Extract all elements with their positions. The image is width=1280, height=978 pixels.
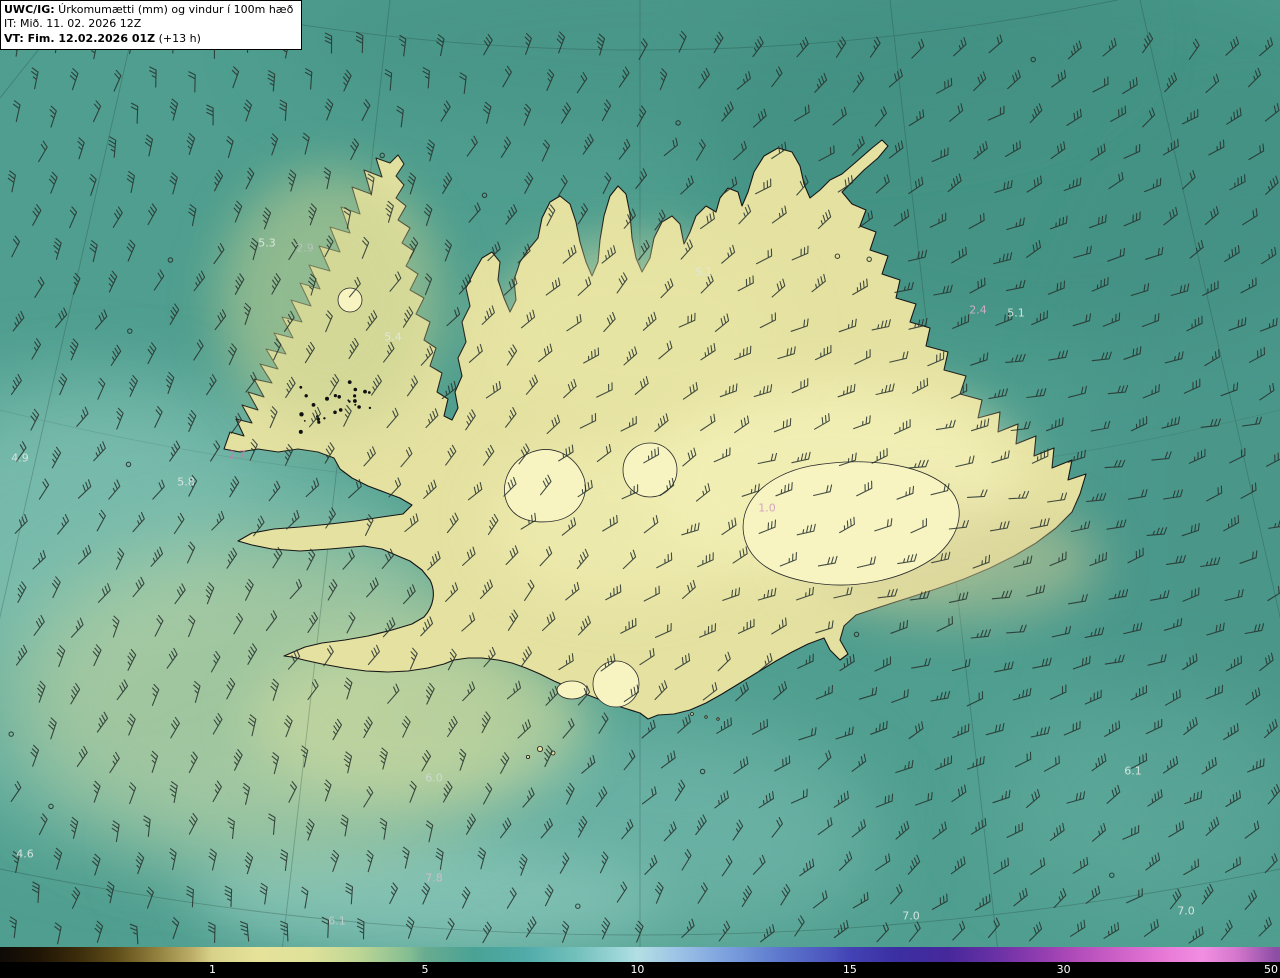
glacier-drangajokull bbox=[337, 287, 363, 313]
title-line: VT: Fim. 12.02.2026 01Z (+13 h) bbox=[4, 32, 293, 46]
title-segment: IT: Mið. 11. 02. 2026 12Z bbox=[4, 17, 142, 31]
title-line: IT: Mið. 11. 02. 2026 12Z bbox=[4, 17, 293, 31]
island-speck bbox=[333, 410, 337, 415]
island-speck bbox=[353, 399, 357, 403]
island-speck bbox=[299, 385, 303, 389]
island-speck bbox=[353, 394, 357, 398]
colorbar-tick: 5 bbox=[421, 963, 429, 976]
title-line: UWC/IG: Úrkomumætti (mm) og vindur í 100… bbox=[4, 3, 293, 17]
island-south-2 bbox=[704, 715, 708, 719]
colorbar-tick-labels: 1 5 10 15 30 50 bbox=[0, 962, 1280, 978]
island-speck bbox=[347, 380, 352, 384]
island-speck bbox=[367, 391, 371, 394]
map-area: 5.3 2.9 5.1 2.4 5.1 5.4 4.9 2.7 5.8 1.0 6.1 6.0 4.6 7… bbox=[0, 0, 1280, 947]
island-speck bbox=[317, 420, 321, 424]
island-south-1 bbox=[690, 712, 694, 716]
island-speck bbox=[325, 396, 329, 401]
island-speck bbox=[299, 412, 304, 417]
title-segment: Úrkomumætti (mm) og vindur í 100m hæð bbox=[54, 3, 294, 16]
colorbar-gradient bbox=[0, 947, 1280, 962]
weather-map-page: 5.3 2.9 5.1 2.4 5.1 5.4 4.9 2.7 5.8 1.0 6.1 6.0 4.6 7… bbox=[0, 0, 1280, 978]
map-svg bbox=[0, 0, 1280, 947]
title-segment-bold: UWC/IG: bbox=[4, 3, 55, 16]
island-speck bbox=[368, 406, 372, 410]
glacier-eyjafjallajokull bbox=[556, 680, 588, 700]
island-south-3 bbox=[716, 717, 720, 721]
island-speck bbox=[304, 394, 308, 398]
island-speck bbox=[333, 394, 337, 398]
glacier-myrdalsjokull bbox=[592, 660, 640, 708]
colorbar-tick: 10 bbox=[630, 963, 645, 976]
island-speck bbox=[353, 387, 358, 392]
title-segment: (+13 h) bbox=[155, 31, 201, 45]
island-speck bbox=[338, 408, 343, 412]
colorbar-tick: 1 bbox=[208, 963, 216, 976]
title-box: UWC/IG: Úrkomumætti (mm) og vindur í 100… bbox=[0, 0, 303, 50]
island-vestmannaeyjar-1 bbox=[537, 746, 544, 753]
island-speck bbox=[311, 403, 316, 407]
title-segment-bold: VT: Fim. 12.02.2026 01Z bbox=[4, 31, 156, 45]
island-speck bbox=[298, 429, 303, 434]
colorbar-tick: 30 bbox=[1056, 963, 1071, 976]
island-speck bbox=[354, 403, 357, 406]
island-speck bbox=[348, 400, 351, 403]
island-speck bbox=[303, 420, 306, 422]
colorbar-tick: 15 bbox=[842, 963, 857, 976]
island-speck bbox=[357, 405, 361, 409]
colorbar-tick: 50 bbox=[1264, 963, 1278, 976]
island-vestmannaeyjar-3 bbox=[526, 755, 531, 760]
island-speck bbox=[363, 389, 367, 394]
island-speck bbox=[323, 417, 326, 420]
colorbar: 1 5 10 15 30 50 bbox=[0, 947, 1280, 978]
island-speck bbox=[337, 395, 342, 399]
